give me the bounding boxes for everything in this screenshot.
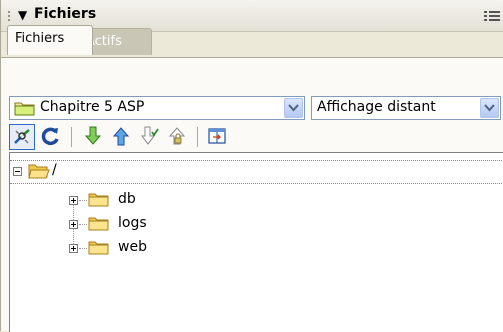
tree-item-label: db [118, 191, 136, 207]
view-select[interactable]: Affichage distant [311, 96, 501, 120]
expand-toggle-icon[interactable] [69, 244, 78, 253]
get-files-button[interactable] [81, 124, 107, 150]
grip-icon[interactable] [7, 10, 11, 22]
tab-divider [1, 57, 503, 58]
file-tree[interactable]: / db logs web [9, 152, 503, 332]
folder-icon [88, 217, 109, 231]
connect-icon [14, 129, 30, 144]
tab-fichiers-label: Fichiers [15, 31, 65, 46]
collapse-toggle-icon[interactable] [13, 167, 22, 176]
expand-icon [208, 128, 226, 144]
tree-connector [79, 200, 87, 201]
check-out-button[interactable] [138, 124, 164, 150]
put-files-icon [112, 127, 130, 146]
view-select-value: Affichage distant [317, 99, 436, 115]
tree-root-row[interactable]: / [10, 160, 503, 182]
folder-icon [88, 193, 109, 207]
tree-item-label: logs [118, 215, 147, 231]
expand-button[interactable] [205, 124, 231, 150]
put-files-button[interactable] [109, 124, 135, 150]
site-select[interactable]: Chapitre 5 ASP [9, 96, 305, 120]
check-out-icon [141, 126, 159, 145]
get-files-icon [84, 126, 102, 145]
tab-fichiers[interactable]: Fichiers [7, 25, 93, 55]
collapse-triangle-icon[interactable]: ▼ [18, 8, 27, 22]
refresh-icon [41, 127, 59, 146]
tree-connector [79, 224, 87, 225]
tree-item-label: web [118, 239, 147, 255]
tree-row-db[interactable]: db [10, 189, 503, 211]
connect-button[interactable] [9, 124, 35, 150]
check-in-icon [168, 127, 186, 145]
open-folder-icon [28, 164, 50, 179]
expand-toggle-icon[interactable] [69, 196, 78, 205]
tree-root-label: / [52, 162, 57, 178]
files-panel: ▼ Fichiers Fichiers Actifs Chapitre 5 AS… [0, 0, 503, 332]
panel-title: Fichiers [34, 6, 97, 22]
toolbar-separator [197, 127, 198, 147]
expand-toggle-icon[interactable] [69, 220, 78, 229]
refresh-button[interactable] [39, 124, 65, 150]
site-dropdown-button[interactable] [284, 98, 303, 118]
folder-icon [88, 241, 109, 255]
chevron-down-icon [288, 104, 299, 112]
panel-options-icon[interactable] [484, 10, 500, 22]
site-folder-icon [14, 102, 35, 116]
toolbar-separator [71, 127, 72, 147]
tree-row-web[interactable]: web [10, 237, 503, 259]
tree-row-logs[interactable]: logs [10, 213, 503, 235]
view-dropdown-button[interactable] [480, 98, 499, 118]
check-in-button[interactable] [165, 124, 191, 150]
tree-connector [79, 248, 87, 249]
site-select-value: Chapitre 5 ASP [40, 99, 145, 115]
chevron-down-icon [484, 104, 495, 112]
files-toolbar [1, 122, 503, 152]
